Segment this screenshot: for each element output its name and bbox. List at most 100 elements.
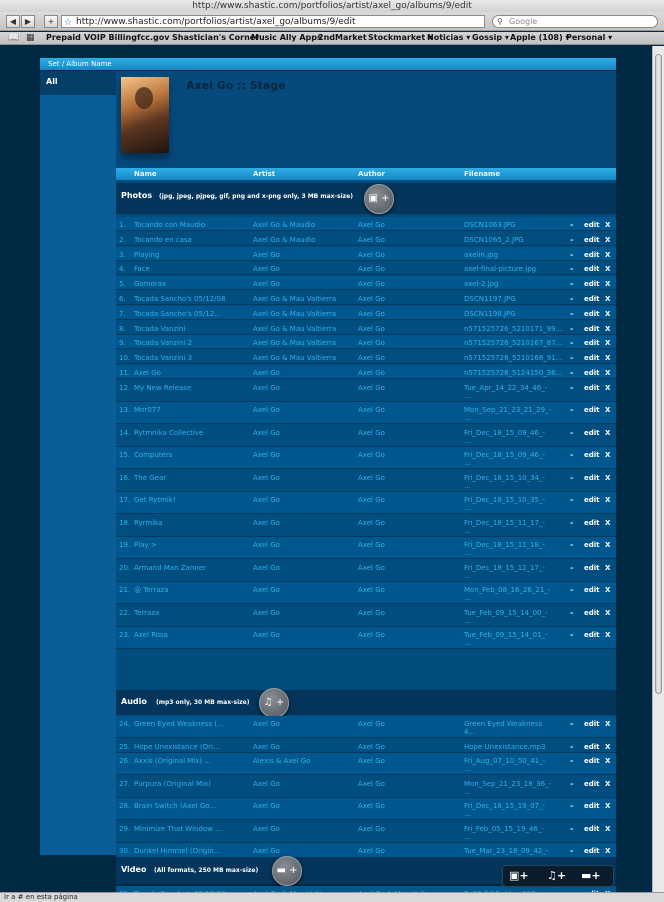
row-edit-button[interactable]: edit xyxy=(584,384,600,392)
add-video-button[interactable]: ▬+ xyxy=(581,869,601,882)
row-edit-button[interactable]: edit xyxy=(584,609,600,617)
row-name[interactable]: Dunkel Himmel (Origin... xyxy=(134,847,220,855)
table-row[interactable]: 3. Playing Axel Go Axel Go axelin.jpg – edit X xyxy=(116,246,616,261)
col-author[interactable]: Author xyxy=(358,168,385,180)
row-minus-button[interactable]: – xyxy=(570,825,574,833)
table-row[interactable]: 26. Axxis (Original Mix) ... Alexis & Axel… xyxy=(116,753,616,776)
row-minus-button[interactable]: – xyxy=(570,541,574,549)
row-name[interactable]: Axel Rosa xyxy=(134,631,168,639)
table-row[interactable]: 16. The Gear Axel Go Axel Go Fri_Dec_18_15_1… xyxy=(116,469,616,492)
row-minus-button[interactable]: – xyxy=(570,221,574,229)
row-name[interactable]: Tocada Sancho's 05/12... xyxy=(134,310,221,318)
row-name[interactable]: @ Terraza xyxy=(134,586,169,594)
row-delete-button[interactable]: X xyxy=(605,236,610,244)
table-row[interactable]: 15. Computers Axel Go Axel Go Fri_Dec_18_15_… xyxy=(116,447,616,470)
row-delete-button[interactable]: X xyxy=(605,354,610,362)
row-minus-button[interactable]: – xyxy=(570,310,574,318)
table-row[interactable]: 1. Tocando con Maudio Axel Go & Maudio Axel… xyxy=(116,217,616,231)
row-delete-button[interactable]: X xyxy=(605,519,610,527)
table-row[interactable]: 14. Rytmnika Collective Axel Go Axel Go Fri_… xyxy=(116,424,616,447)
row-edit-button[interactable]: edit xyxy=(584,251,600,259)
row-edit-button[interactable]: edit xyxy=(584,369,600,377)
row-name[interactable]: Purpura (Original Mix) xyxy=(134,780,211,788)
table-row[interactable]: 4. Face Axel Go Axel Go axel-final-picture.j… xyxy=(116,261,616,276)
row-delete-button[interactable]: X xyxy=(605,339,610,347)
col-artist[interactable]: Artist xyxy=(253,168,275,180)
table-row[interactable]: 12. My New Release Axel Go Axel Go Tue_Apr_1… xyxy=(116,379,616,402)
row-name[interactable]: Axxis (Original Mix) ... xyxy=(134,757,211,765)
row-delete-button[interactable]: X xyxy=(605,451,610,459)
row-edit-button[interactable]: edit xyxy=(584,310,600,318)
row-name[interactable]: Face xyxy=(134,265,150,273)
row-edit-button[interactable]: edit xyxy=(584,236,600,244)
row-delete-button[interactable]: X xyxy=(605,221,610,229)
breadcrumb[interactable]: Set / Album Name xyxy=(40,58,616,70)
add-bookmark-button[interactable]: + xyxy=(44,15,58,28)
bookmark-gossip[interactable]: Gossip ▾ xyxy=(472,32,509,44)
row-name[interactable]: Tocando en casa xyxy=(134,236,192,244)
sidebar-item-all[interactable]: All xyxy=(40,71,116,95)
row-minus-button[interactable]: – xyxy=(570,429,574,437)
search-input[interactable]: ⚲ Google xyxy=(492,15,658,28)
row-minus-button[interactable]: – xyxy=(570,631,574,639)
row-name[interactable]: Tocada Sancho's 05/12/08 xyxy=(134,295,225,303)
row-edit-button[interactable]: edit xyxy=(584,280,600,288)
row-minus-button[interactable]: – xyxy=(570,743,574,751)
table-row[interactable]: 7. Tocada Sancho's 05/12... Axel Go & Mau … xyxy=(116,305,616,320)
row-name[interactable]: Get Rytmik! xyxy=(134,496,176,504)
row-name[interactable]: Green Eyed Weakness (... xyxy=(134,720,224,728)
row-minus-button[interactable]: – xyxy=(570,451,574,459)
row-name[interactable]: Minimize That Window ... xyxy=(134,825,222,833)
row-name[interactable]: Brain Switch (Axel Go... xyxy=(134,802,216,810)
row-edit-button[interactable]: edit xyxy=(584,541,600,549)
bookmark-fcc[interactable]: fcc.gov xyxy=(137,32,169,44)
row-minus-button[interactable]: – xyxy=(570,406,574,414)
add-video-fab[interactable]: ▬ + xyxy=(272,856,302,886)
row-delete-button[interactable]: X xyxy=(605,631,610,639)
row-name[interactable]: Play > xyxy=(134,541,157,549)
row-name[interactable]: Hope Unexistance (Ori... xyxy=(134,743,220,751)
table-row[interactable]: 17. Get Rytmik! Axel Go Axel Go Fri_Dec_18_1… xyxy=(116,492,616,515)
bookmark-apple[interactable]: Apple (108) ▾ xyxy=(510,32,569,44)
row-edit-button[interactable]: edit xyxy=(584,451,600,459)
row-delete-button[interactable]: X xyxy=(605,802,610,810)
row-delete-button[interactable]: X xyxy=(605,295,610,303)
row-delete-button[interactable]: X xyxy=(605,325,610,333)
row-edit-button[interactable]: edit xyxy=(584,339,600,347)
row-edit-button[interactable]: edit xyxy=(584,586,600,594)
scrollbar-thumb[interactable] xyxy=(655,54,662,694)
row-minus-button[interactable]: – xyxy=(570,757,574,765)
bookmark-shasticians-corner[interactable]: Shastician's Corner xyxy=(172,32,259,44)
row-delete-button[interactable]: X xyxy=(605,310,610,318)
row-delete-button[interactable]: X xyxy=(605,541,610,549)
row-minus-button[interactable]: – xyxy=(570,586,574,594)
row-edit-button[interactable]: edit xyxy=(584,564,600,572)
col-filename[interactable]: Filename xyxy=(464,168,500,180)
row-delete-button[interactable]: X xyxy=(605,743,610,751)
table-row[interactable]: 27. Purpura (Original Mix) Axel Go Axel Go M… xyxy=(116,775,616,798)
vertical-scrollbar[interactable] xyxy=(652,46,664,892)
row-name[interactable]: My New Release xyxy=(134,384,191,392)
row-delete-button[interactable]: X xyxy=(605,369,610,377)
row-delete-button[interactable]: X xyxy=(605,429,610,437)
row-name[interactable]: Ryrmika xyxy=(134,519,162,527)
forward-button[interactable]: ▶ xyxy=(21,15,35,28)
row-edit-button[interactable]: edit xyxy=(584,825,600,833)
table-row[interactable]: 9. Tocada Vanzini 2 Axel Go & Mau Valtierr… xyxy=(116,335,616,350)
row-name[interactable]: Terraza xyxy=(134,609,159,617)
add-audio-fab[interactable]: ♫ + xyxy=(259,688,289,718)
row-minus-button[interactable]: – xyxy=(570,519,574,527)
table-row[interactable]: 23. Axel Rosa Axel Go Axel Go Tue_Feb_09_15_… xyxy=(116,627,616,650)
row-minus-button[interactable]: – xyxy=(570,847,574,855)
row-minus-button[interactable]: – xyxy=(570,265,574,273)
back-button[interactable]: ◀ xyxy=(6,15,20,28)
row-edit-button[interactable]: edit xyxy=(584,354,600,362)
row-edit-button[interactable]: edit xyxy=(584,429,600,437)
row-name[interactable]: Mnr077 xyxy=(134,406,161,414)
row-name[interactable]: The Gear xyxy=(134,474,166,482)
table-row[interactable]: 2. Tocando en casa Axel Go & Maudio Axel Go… xyxy=(116,231,616,246)
row-minus-button[interactable]: – xyxy=(570,780,574,788)
row-edit-button[interactable]: edit xyxy=(584,265,600,273)
row-delete-button[interactable]: X xyxy=(605,280,610,288)
table-row[interactable]: 11. Axel Go Axel Go Axel Go n571525726_51241… xyxy=(116,365,616,379)
